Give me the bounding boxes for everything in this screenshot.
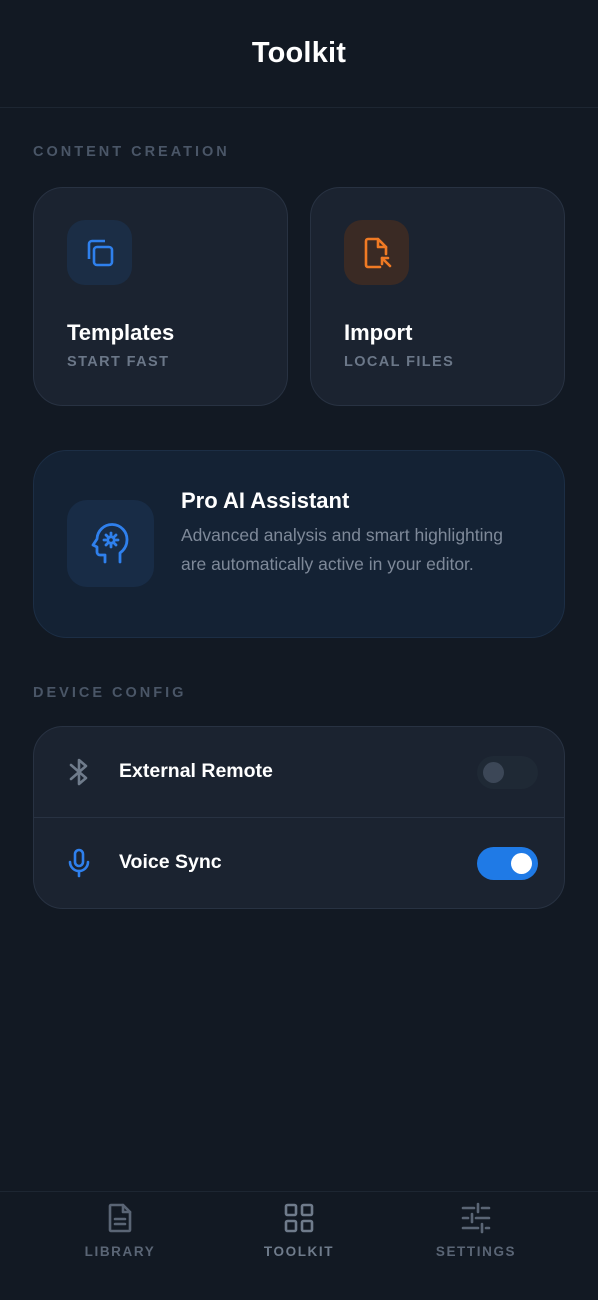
toggle-knob	[511, 853, 532, 874]
config-row-voice-sync[interactable]: Voice Sync	[34, 818, 564, 909]
tab-settings-label: SETTINGS	[435, 1244, 517, 1259]
external-remote-toggle[interactable]	[477, 756, 538, 789]
ai-assistant-card[interactable]: Pro AI Assistant Advanced analysis and s…	[33, 450, 565, 638]
import-card[interactable]: Import LOCAL FILES	[310, 187, 565, 406]
import-icon-tile	[344, 220, 409, 285]
sliders-icon	[460, 1202, 492, 1234]
tab-settings[interactable]: SETTINGS	[396, 1192, 556, 1300]
section-label-device-config: DEVICE CONFIG	[33, 685, 187, 701]
tab-toolkit[interactable]: TOOLKIT	[219, 1192, 379, 1300]
import-subtitle: LOCAL FILES	[344, 354, 455, 370]
toggle-knob	[483, 762, 504, 783]
templates-icon-tile	[67, 220, 132, 285]
templates-card[interactable]: Templates START FAST	[33, 187, 288, 406]
toolkit-screen: Toolkit CONTENT CREATION Templates START…	[0, 0, 598, 1300]
ai-head-gear-icon	[91, 522, 128, 563]
tab-toolkit-label: TOOLKIT	[263, 1244, 335, 1259]
document-icon	[104, 1202, 136, 1234]
microphone-icon	[64, 848, 94, 878]
tab-library[interactable]: LIBRARY	[40, 1192, 200, 1300]
section-label-content-creation: CONTENT CREATION	[33, 144, 230, 160]
ai-assistant-title: Pro AI Assistant	[181, 488, 350, 513]
page-title: Toolkit	[251, 37, 347, 69]
tab-library-label: LIBRARY	[84, 1244, 156, 1259]
templates-subtitle: START FAST	[67, 354, 170, 370]
device-config-list: External Remote Voice Sync	[33, 726, 565, 909]
ai-assistant-description: Advanced analysis and smart highlighting…	[181, 525, 503, 574]
external-remote-label: External Remote	[119, 760, 273, 782]
top-bar: Toolkit	[0, 0, 598, 108]
ai-icon-tile	[67, 500, 154, 587]
file-import-icon	[364, 237, 391, 268]
config-row-external-remote[interactable]: External Remote	[34, 727, 564, 818]
templates-title: Templates	[67, 320, 175, 345]
import-title: Import	[344, 320, 413, 345]
copy-icon	[87, 239, 113, 266]
bluetooth-icon	[64, 757, 94, 787]
voice-sync-label: Voice Sync	[119, 851, 222, 873]
voice-sync-toggle[interactable]	[477, 847, 538, 880]
grid-icon	[283, 1202, 315, 1234]
bottom-tab-bar: LIBRARY TOOLKIT SETTINGS	[0, 1191, 598, 1300]
